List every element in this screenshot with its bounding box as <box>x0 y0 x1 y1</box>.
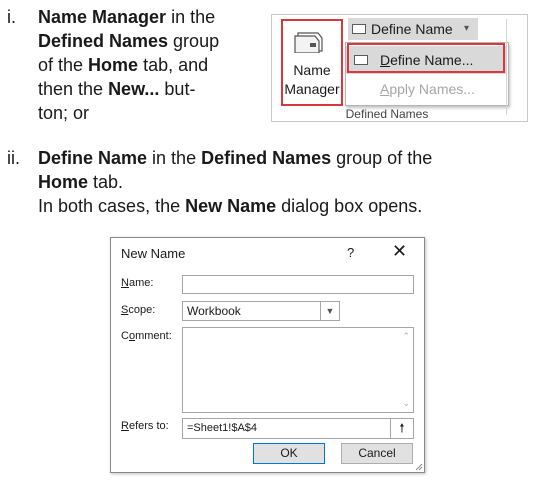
refers-to-label: Refers to: <box>121 420 169 432</box>
name-input[interactable] <box>182 275 414 294</box>
define-name-icon <box>352 24 366 34</box>
instruction-run: tab. <box>88 172 124 192</box>
instruction-line: Name Manager in the <box>38 5 215 29</box>
instruction-run: Home <box>88 55 139 75</box>
new-name-dialog: New Name ? ✕ Name: Scope: Workbook ▼ Com… <box>110 237 425 473</box>
define-name-button[interactable]: Define Name ▾ <box>348 18 478 40</box>
step-i-marker: i. <box>7 7 16 27</box>
group-label: Defined Names <box>345 107 429 121</box>
collapse-dialog-icon[interactable]: 🠕 <box>390 419 413 438</box>
instruction-run: but- <box>159 79 196 99</box>
group-divider <box>506 19 507 115</box>
instruction-run: New... <box>108 79 160 99</box>
scope-value: Workbook <box>187 304 241 318</box>
name-label: Name: <box>121 277 154 289</box>
scope-label: Scope: <box>121 304 156 316</box>
refers-to-value: =Sheet1!$A$4 <box>187 422 258 434</box>
ribbon-defined-names-group: Name Manager Define Name ▾ Define Name..… <box>271 14 528 122</box>
dialog-title: New Name <box>121 246 186 261</box>
instruction-run: Defined Names <box>201 148 332 168</box>
instruction-run: in the <box>147 148 202 168</box>
scroll-down-icon[interactable]: ⌄ <box>402 398 410 409</box>
menu-item-apply-names-label: Apply Names... <box>380 81 475 97</box>
instruction-run: Defined Names <box>38 31 169 51</box>
refers-to-input[interactable]: =Sheet1!$A$4 🠕 <box>182 418 414 439</box>
instruction-line: In both cases, the New Name dialog box o… <box>38 194 422 218</box>
define-name-label: Define Name <box>371 21 453 37</box>
instruction-line: of the Home tab, and <box>38 53 208 77</box>
cancel-button[interactable]: Cancel <box>341 443 413 464</box>
instruction-run: of the <box>38 55 89 75</box>
ok-button[interactable]: OK <box>253 443 325 464</box>
resize-grip-icon[interactable] <box>415 463 423 471</box>
instruction-run: ton; or <box>38 103 90 123</box>
menu-item-apply-names[interactable]: Apply Names... <box>346 75 506 103</box>
instruction-run: Define Name <box>38 148 148 168</box>
chevron-down-icon[interactable]: ▼ <box>320 302 339 320</box>
comment-textarea[interactable]: ⌃ ⌄ <box>182 327 414 413</box>
instruction-run: tab, and <box>138 55 209 75</box>
instruction-run: then the <box>38 79 109 99</box>
scope-select[interactable]: Workbook ▼ <box>182 301 340 321</box>
instruction-line: Home tab. <box>38 170 123 194</box>
scroll-up-icon[interactable]: ⌃ <box>402 331 410 342</box>
instruction-run: Home <box>38 172 89 192</box>
name-manager-label: Name Manager <box>284 62 340 97</box>
instruction-run: New Name <box>185 196 277 216</box>
define-name-highlight <box>347 43 505 73</box>
instruction-line: Define Name in the Defined Names group o… <box>38 146 432 170</box>
instruction-run: in the <box>166 7 216 27</box>
name-manager-icon <box>294 32 323 53</box>
close-icon[interactable]: ✕ <box>392 241 407 262</box>
instruction-run: In both cases, the <box>38 196 186 216</box>
help-button[interactable]: ? <box>347 245 354 260</box>
instruction-run: dialog box opens. <box>276 196 423 216</box>
instruction-run: Name Manager <box>38 7 167 27</box>
step-ii-marker: ii. <box>7 148 20 168</box>
instruction-line: Defined Names group <box>38 29 219 53</box>
instruction-run: group <box>168 31 220 51</box>
instruction-run: group of the <box>331 148 433 168</box>
instruction-line: ton; or <box>38 101 89 125</box>
chevron-down-icon: ▾ <box>464 23 470 34</box>
instruction-line: then the New... but- <box>38 77 195 101</box>
comment-label: Comment: <box>121 330 172 342</box>
